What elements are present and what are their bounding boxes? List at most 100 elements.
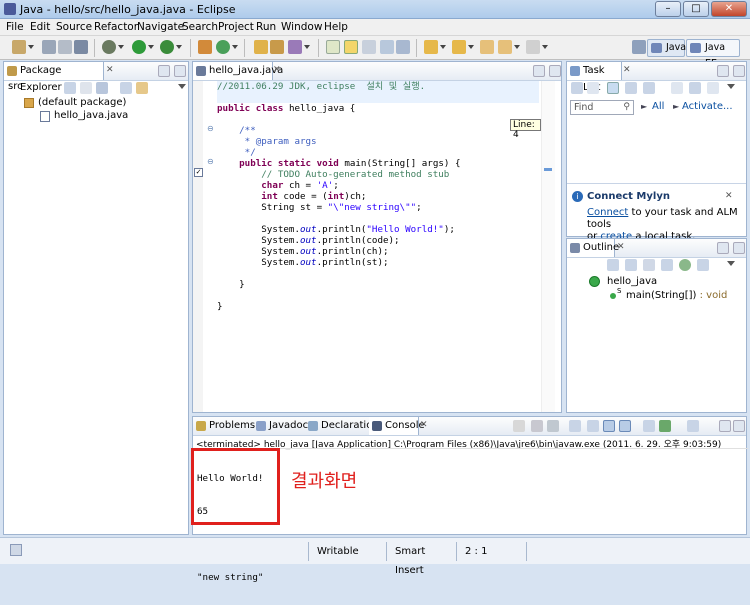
open-console-icon[interactable] (659, 420, 671, 432)
maximize-button[interactable]: □ (683, 1, 709, 17)
new-icon[interactable] (12, 40, 26, 54)
all-link[interactable]: All (652, 101, 664, 112)
show-on-output-icon[interactable] (603, 420, 615, 432)
new-task-icon[interactable] (571, 82, 583, 94)
view-menu-icon[interactable] (178, 84, 186, 89)
minimize-button[interactable]: – (655, 1, 681, 17)
code-line[interactable]: */ (217, 147, 460, 158)
tab-console[interactable]: Console (369, 417, 425, 435)
back-icon[interactable] (498, 40, 512, 54)
menu-refactor[interactable]: Refactor (94, 21, 138, 33)
find-input[interactable]: Find ⚲ (570, 100, 634, 115)
collapse-all-icon[interactable] (120, 82, 132, 94)
scheduled-icon[interactable] (625, 82, 637, 94)
overview-ruler[interactable] (541, 81, 555, 412)
tab-problems[interactable]: Problems (193, 417, 255, 435)
minimize-view-icon[interactable] (719, 420, 731, 432)
clear-console-icon[interactable] (569, 420, 581, 432)
code-line[interactable] (217, 268, 460, 279)
debug-icon[interactable] (102, 40, 116, 54)
open-task-icon[interactable] (270, 40, 284, 54)
chevron-down-icon[interactable] (468, 45, 474, 49)
new-class-icon[interactable] (216, 40, 230, 54)
code-line[interactable]: System.out.println("Hello World!"); (217, 224, 460, 235)
display-console-icon[interactable] (687, 420, 699, 432)
code-line[interactable]: String st = "\"new string\""; (217, 202, 460, 213)
code-line[interactable] (217, 114, 460, 125)
code-line[interactable]: System.out.println(code); (217, 235, 460, 246)
chevron-down-icon[interactable] (28, 45, 34, 49)
forward-icon[interactable] (526, 40, 540, 54)
up-icon[interactable] (96, 82, 108, 94)
maximize-view-icon[interactable] (549, 65, 561, 77)
chevron-down-icon[interactable] (148, 45, 154, 49)
code-line[interactable] (217, 92, 460, 103)
code-line[interactable]: // TODO Auto-generated method stub (217, 169, 460, 180)
close-icon[interactable]: ✕ (273, 65, 281, 75)
remove-launch-icon[interactable] (531, 420, 543, 432)
code-line[interactable]: char ch = 'A'; (217, 180, 460, 191)
hide-local-types-icon[interactable] (697, 259, 709, 271)
perspective-java-ee[interactable]: Java EE (686, 39, 740, 69)
menu-run[interactable]: Run (256, 21, 276, 33)
minimize-view-icon[interactable] (717, 65, 729, 77)
block-selection-icon[interactable] (362, 40, 376, 54)
toggle-comment-icon[interactable] (396, 40, 410, 54)
chevron-down-icon[interactable] (304, 45, 310, 49)
sync-icon[interactable] (707, 82, 719, 94)
fold-icon[interactable]: ⊖ (207, 157, 214, 166)
menu-edit[interactable]: Edit (30, 21, 50, 33)
new-java-project-icon[interactable] (198, 40, 212, 54)
collapse-all-icon[interactable] (689, 82, 701, 94)
scroll-lock-icon[interactable] (587, 420, 599, 432)
code-line[interactable]: public static void main(String[] args) { (217, 158, 460, 169)
code-area[interactable]: //2011.06.29 JDK, eclipse 설치 및 실행. publi… (217, 81, 460, 312)
close-icon[interactable]: ✕ (623, 65, 631, 75)
menu-window[interactable]: Window (281, 21, 322, 33)
menu-navigate[interactable]: Navigate (137, 21, 184, 33)
close-icon[interactable]: ✕ (106, 65, 114, 75)
print-icon[interactable] (74, 40, 88, 54)
hide-nonpublic-icon[interactable] (679, 259, 691, 271)
menu-search[interactable]: Search (182, 21, 218, 33)
code-line[interactable]: /** (217, 125, 460, 136)
save-icon[interactable] (42, 40, 56, 54)
search-icon[interactable]: ⚲ (623, 101, 630, 114)
code-line[interactable]: } (217, 301, 460, 312)
dropdown-icon[interactable] (587, 82, 599, 94)
fold-icon[interactable]: ⊖ (207, 124, 214, 133)
connect-link[interactable]: Connect (587, 207, 628, 218)
chevron-down-icon[interactable] (176, 45, 182, 49)
activate-link[interactable]: Activate... (682, 101, 733, 112)
menu-help[interactable]: Help (324, 21, 348, 33)
close-icon[interactable]: ✕ (420, 420, 428, 430)
forward-nav-icon[interactable] (80, 82, 92, 94)
open-perspective-icon[interactable] (632, 40, 646, 54)
code-line[interactable]: } (217, 279, 460, 290)
view-menu-icon[interactable] (727, 84, 735, 89)
view-menu-icon[interactable] (727, 261, 735, 266)
overview-marker[interactable] (544, 168, 552, 171)
toggle-breadcrumb-icon[interactable] (326, 40, 340, 54)
minimize-view-icon[interactable] (717, 242, 729, 254)
minimize-view-icon[interactable] (158, 65, 170, 77)
back-nav-icon[interactable] (64, 82, 76, 94)
focus-icon[interactable] (643, 82, 655, 94)
chevron-down-icon[interactable] (542, 45, 548, 49)
tab-javadoc[interactable]: Javadoc (253, 417, 308, 435)
chevron-down-icon[interactable] (514, 45, 520, 49)
tab-outline[interactable]: Outline (567, 239, 619, 257)
minimize-view-icon[interactable] (533, 65, 545, 77)
maximize-view-icon[interactable] (733, 420, 745, 432)
hide-static-icon[interactable] (661, 259, 673, 271)
maximize-view-icon[interactable] (174, 65, 186, 77)
menu-file[interactable]: File (6, 21, 24, 33)
outline-item-class[interactable]: hello_java (607, 276, 657, 287)
hide-fields-icon[interactable] (643, 259, 655, 271)
last-edit-icon[interactable] (480, 40, 494, 54)
menu-source[interactable]: Source (56, 21, 92, 33)
outline-item-main[interactable]: main(String[]) : void (626, 290, 727, 301)
tab-hello-java[interactable]: hello_java.java (193, 62, 283, 80)
chevron-down-icon[interactable] (440, 45, 446, 49)
close-button[interactable]: ✕ (711, 1, 747, 17)
